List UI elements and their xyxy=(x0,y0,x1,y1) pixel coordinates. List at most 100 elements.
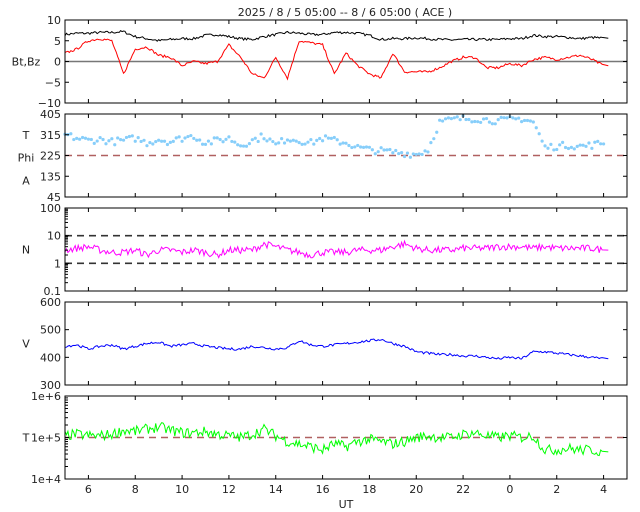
series-bt-line xyxy=(64,30,609,42)
panel-0: 1050−5−10Bt,Bz xyxy=(12,14,628,110)
data-point xyxy=(329,136,333,140)
data-point xyxy=(256,139,260,144)
data-point xyxy=(162,139,167,143)
series-t-line xyxy=(64,422,609,457)
data-point xyxy=(394,148,398,153)
data-point xyxy=(303,142,307,146)
data-point xyxy=(259,132,263,136)
data-point xyxy=(572,147,576,151)
data-point xyxy=(86,137,91,141)
data-point xyxy=(282,141,287,145)
data-point xyxy=(332,135,336,140)
panel-2: 1001010.1N xyxy=(22,202,628,298)
data-point xyxy=(534,126,538,130)
y-tick-label: 10 xyxy=(47,14,61,27)
data-point xyxy=(309,137,313,142)
data-point xyxy=(165,142,170,147)
data-point xyxy=(414,152,418,157)
data-point xyxy=(98,135,102,140)
data-point xyxy=(367,145,372,149)
data-point xyxy=(209,142,213,146)
series-n-line xyxy=(64,239,609,259)
data-point xyxy=(499,115,503,119)
data-point xyxy=(426,150,430,154)
data-point xyxy=(552,148,556,152)
data-point xyxy=(250,138,254,142)
data-point xyxy=(119,138,123,142)
data-point xyxy=(145,144,149,148)
data-point xyxy=(189,133,193,138)
data-point xyxy=(411,152,415,156)
data-point xyxy=(481,117,486,121)
data-point xyxy=(92,141,96,145)
panel-1: 40531522513545TPhiA xyxy=(18,108,628,204)
y-tick-label: 100 xyxy=(40,202,61,215)
data-point xyxy=(561,140,565,144)
data-point xyxy=(446,116,451,120)
data-point xyxy=(487,120,492,124)
data-point xyxy=(405,151,410,155)
data-point xyxy=(464,117,468,122)
y-tick-label: 5 xyxy=(54,35,61,48)
data-point xyxy=(203,142,208,146)
y-tick-label: 500 xyxy=(40,324,61,337)
data-point xyxy=(148,140,152,145)
data-point xyxy=(200,142,205,146)
data-point xyxy=(78,137,82,141)
data-point xyxy=(83,136,88,140)
x-tick-label: 4 xyxy=(600,483,607,496)
y-tick-label: 400 xyxy=(40,351,61,364)
data-point xyxy=(432,137,436,141)
data-point xyxy=(563,145,568,150)
data-point xyxy=(294,139,298,143)
data-point xyxy=(455,115,459,119)
data-point xyxy=(593,140,597,144)
x-tick-label: 16 xyxy=(316,483,330,496)
data-point xyxy=(265,139,269,143)
data-point xyxy=(101,137,105,142)
x-tick-label: 20 xyxy=(409,483,423,496)
data-point xyxy=(130,134,134,138)
y-axis-label: T xyxy=(22,129,30,142)
data-point xyxy=(268,137,272,141)
x-tick-label: 14 xyxy=(269,483,283,496)
data-point xyxy=(326,136,331,140)
data-point xyxy=(587,141,591,145)
data-point xyxy=(596,139,600,144)
data-point xyxy=(136,136,140,140)
data-point xyxy=(364,145,369,149)
data-point xyxy=(549,142,553,146)
data-point xyxy=(110,137,114,141)
data-point xyxy=(186,134,190,139)
data-point xyxy=(443,117,448,121)
data-point xyxy=(476,120,480,124)
data-point xyxy=(599,142,603,146)
y-tick-label: 1e+4 xyxy=(31,473,61,486)
y-tick-label: 600 xyxy=(40,296,61,309)
data-point xyxy=(315,138,319,143)
data-point xyxy=(280,137,284,141)
x-tick-label: 6 xyxy=(85,483,92,496)
data-point xyxy=(388,147,392,152)
data-point xyxy=(341,141,345,145)
data-point xyxy=(531,120,535,124)
x-tick-label: 10 xyxy=(175,483,189,496)
data-point xyxy=(514,117,518,121)
data-point xyxy=(89,137,93,142)
data-point xyxy=(344,141,348,145)
data-point xyxy=(575,144,579,148)
x-tick-label: 2 xyxy=(553,483,560,496)
data-point xyxy=(177,135,181,139)
data-point xyxy=(423,149,427,153)
panel-4: 1e+6 1e+5 1e+4 T xyxy=(22,390,628,486)
panel-3: 600500400300V xyxy=(22,296,628,392)
data-point xyxy=(540,139,544,143)
data-point xyxy=(247,142,252,146)
data-point xyxy=(408,155,412,159)
data-point xyxy=(391,151,395,155)
data-point xyxy=(271,139,275,144)
y-tick-label: 225 xyxy=(40,150,61,163)
data-point xyxy=(212,136,216,140)
data-point xyxy=(241,144,246,148)
data-point xyxy=(467,117,471,122)
